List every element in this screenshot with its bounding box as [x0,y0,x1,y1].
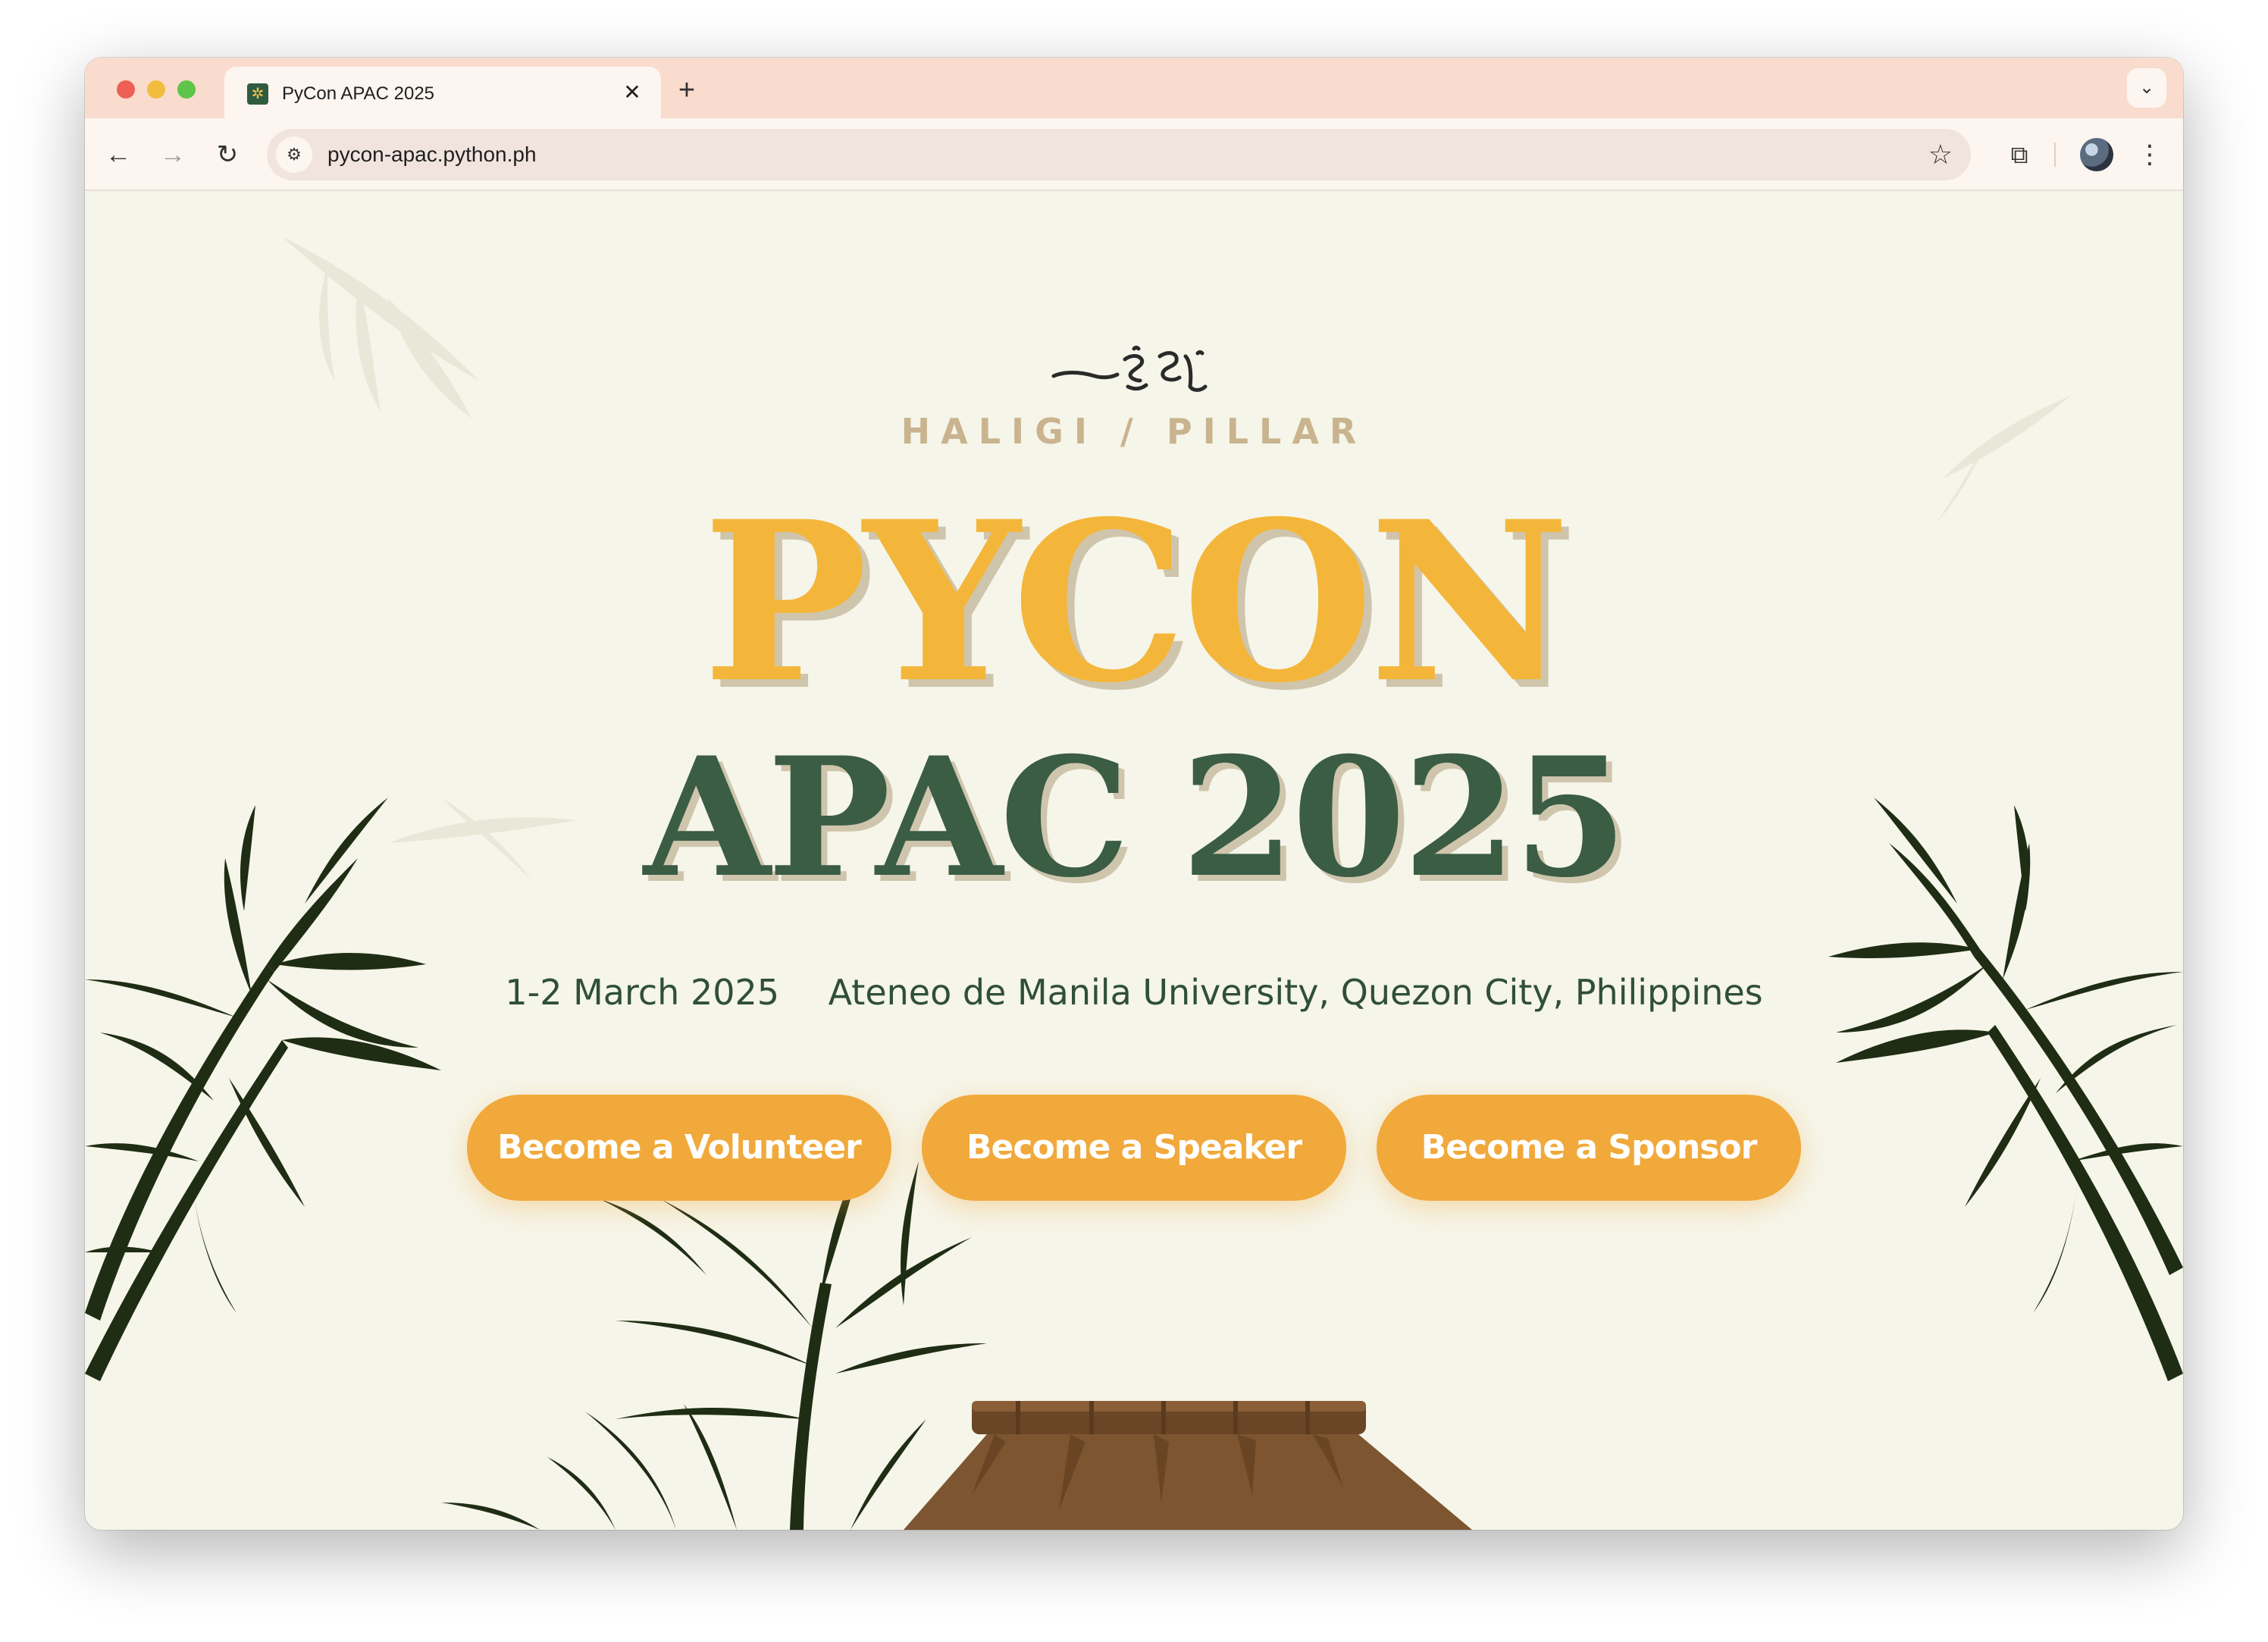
faint-leaf-cluster-icon [282,237,479,418]
toolbar-divider [2054,143,2056,167]
favicon-icon: ✲ [247,83,268,105]
browser-menu-icon[interactable]: ⋮ [2132,136,2168,173]
close-window-button[interactable] [117,80,135,99]
reload-icon[interactable]: ↻ [209,136,246,173]
tab-search-icon[interactable]: ⌄ [2127,68,2166,108]
cta-buttons: Become a Volunteer Become a Speaker Beco… [467,1095,1801,1201]
hero-title-pycon: PYCON [702,474,1571,732]
bamboo-left-icon [85,797,441,1381]
bookmark-star-icon[interactable]: ☆ [1928,138,1953,171]
bamboo-bottom-icon [441,1146,987,1530]
tab-pycon-apac[interactable]: ✲ PyCon APAC 2025 ✕ [224,67,661,118]
become-volunteer-button[interactable]: Become a Volunteer [467,1095,891,1201]
event-info: 1-2 March 2025 Ateneo de Manila Universi… [85,972,2183,1013]
tab-strip: ✲ PyCon APAC 2025 ✕ + ⌄ [85,58,2183,118]
tab-title: PyCon APAC 2025 [282,83,435,104]
address-bar[interactable]: ⚙ pycon-apac.python.ph ☆ [267,129,1971,180]
become-speaker-button[interactable]: Become a Speaker [922,1095,1346,1201]
hut-roof-icon [904,1401,1472,1530]
browser-window: ✲ PyCon APAC 2025 ✕ + ⌄ ← → ↻ ⚙ pycon-ap… [85,58,2183,1530]
site-info-icon[interactable]: ⚙ [276,136,312,173]
browser-toolbar: ← → ↻ ⚙ pycon-apac.python.ph ☆ ⧉ ⋮ [85,118,2183,191]
event-venue: Ateneo de Manila University, Quezon City… [828,972,1763,1013]
close-tab-icon[interactable]: ✕ [617,77,647,108]
maximize-window-button[interactable] [177,80,196,99]
hero-eyebrow: HALIGI / PILLAR [901,411,1367,452]
url-text[interactable]: pycon-apac.python.ph [327,143,537,167]
profile-avatar[interactable] [2080,138,2113,171]
event-date: 1-2 March 2025 [505,972,780,1013]
forward-icon[interactable]: → [155,136,191,173]
new-tab-icon[interactable]: + [669,73,705,109]
page-content: HALIGI / PILLAR PYCON APAC 2025 1-2 Marc… [85,191,2183,1530]
back-icon[interactable]: ← [100,136,136,173]
become-sponsor-button[interactable]: Become a Sponsor [1377,1095,1801,1201]
hero-title-apac-2025: APAC 2025 [643,721,1627,913]
minimize-window-button[interactable] [147,80,165,99]
extensions-icon[interactable]: ⧉ [2001,136,2038,173]
baybayin-glyph-icon [1051,346,1208,392]
